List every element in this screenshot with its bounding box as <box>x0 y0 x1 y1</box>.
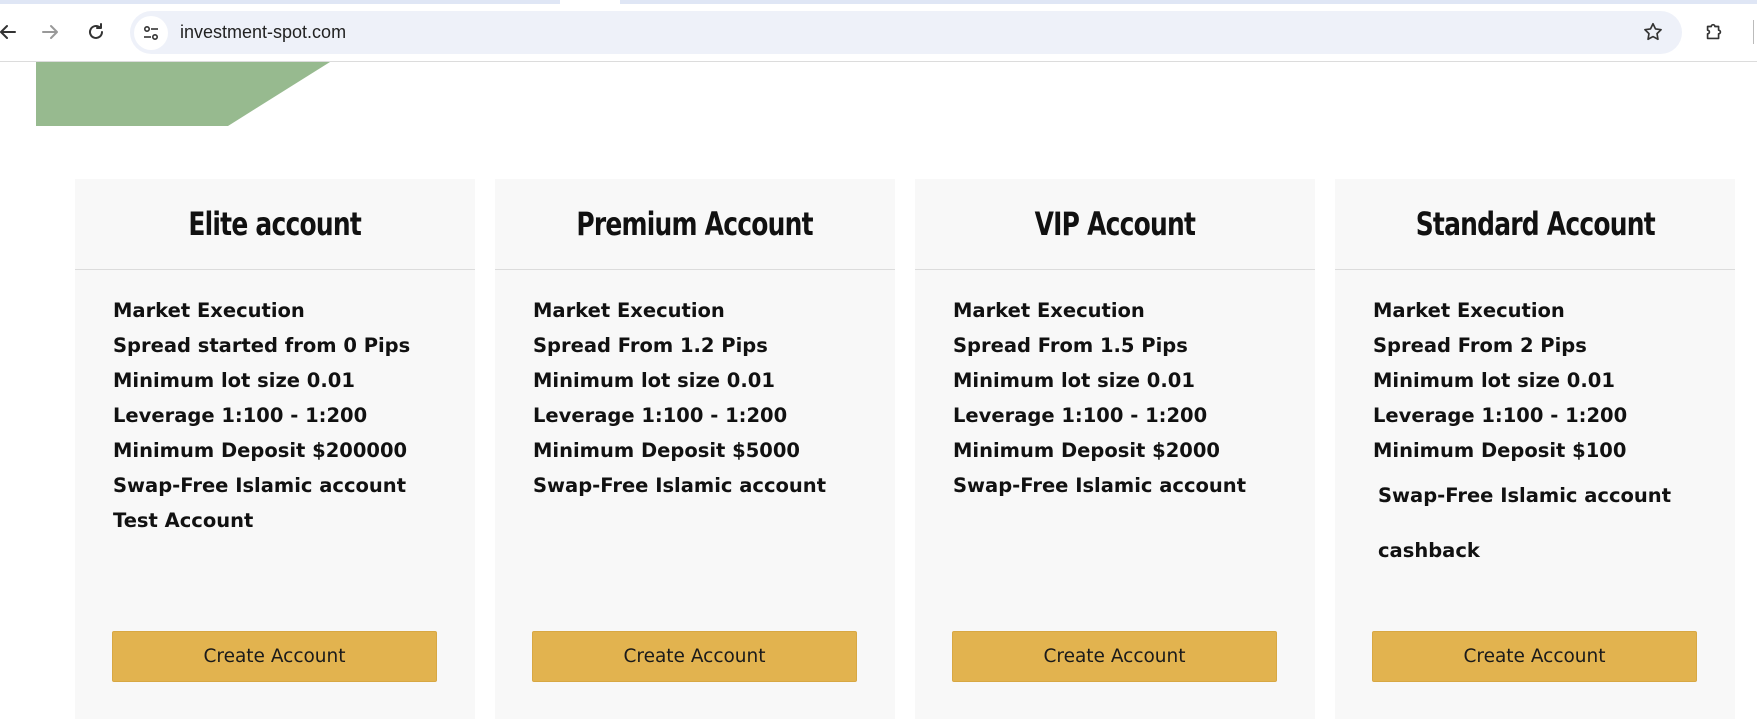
plan-title: VIP Account <box>1034 205 1196 243</box>
plan-card-vip: VIP Account Market Execution Spread From… <box>915 179 1315 719</box>
tune-icon <box>143 25 159 40</box>
arrow-right-icon <box>42 25 58 39</box>
url-text[interactable]: investment-spot.com <box>180 22 346 43</box>
create-account-button-elite[interactable]: Create Account <box>112 631 437 682</box>
plan-feature: Minimum lot size 0.01 <box>113 369 355 392</box>
plan-feature: cashback <box>1378 539 1480 562</box>
plan-feature: Minimum lot size 0.01 <box>1373 369 1615 392</box>
back-button[interactable] <box>0 16 24 48</box>
create-account-button-standard[interactable]: Create Account <box>1372 631 1697 682</box>
plan-feature: Swap-Free Islamic account <box>1378 484 1672 507</box>
plan-feature: Leverage 1:100 - 1:200 <box>533 404 788 427</box>
plan-card-header: Premium Account <box>495 179 895 270</box>
plan-feature: Market Execution <box>1373 299 1565 322</box>
plan-title: Elite account <box>188 205 362 243</box>
plan-feature: Leverage 1:100 - 1:200 <box>953 404 1208 427</box>
plan-card-header: Standard Account <box>1335 179 1735 270</box>
decorative-green-shape <box>36 62 330 126</box>
side-panel-edge <box>1753 20 1754 44</box>
browser-toolbar: investment-spot.com <box>0 0 1757 62</box>
plan-feature: Swap-Free Islamic account <box>533 474 827 497</box>
plan-feature: Spread From 1.5 Pips <box>953 334 1188 357</box>
plan-card-header: Elite account <box>75 179 475 270</box>
plan-feature: Minimum lot size 0.01 <box>953 369 1195 392</box>
plan-title: Standard Account <box>1415 205 1655 243</box>
plan-feature: Market Execution <box>113 299 305 322</box>
plan-card-standard: Standard Account Market Execution Spread… <box>1335 179 1735 719</box>
star-icon <box>1644 22 1662 41</box>
plan-feature: Minimum Deposit $100 <box>1373 439 1627 462</box>
create-account-button-premium[interactable]: Create Account <box>532 631 857 682</box>
plan-feature: Spread From 1.2 Pips <box>533 334 768 357</box>
arrow-left-icon <box>0 25 16 39</box>
reload-button[interactable] <box>80 16 112 48</box>
plan-card-header: VIP Account <box>915 179 1315 270</box>
plan-feature: Market Execution <box>533 299 725 322</box>
account-plans: Elite account Market Execution Spread st… <box>75 179 1735 719</box>
plan-feature: Market Execution <box>953 299 1145 322</box>
reload-icon <box>89 23 103 39</box>
puzzle-icon <box>1706 23 1722 40</box>
plan-feature: Spread From 2 Pips <box>1373 334 1587 357</box>
plan-title: Premium Account <box>576 205 814 243</box>
plan-feature: Minimum Deposit $2000 <box>953 439 1220 462</box>
plan-feature: Minimum lot size 0.01 <box>533 369 775 392</box>
plan-features: Market Execution Spread From 1.5 Pips Mi… <box>915 270 1315 503</box>
site-info-button[interactable] <box>134 15 168 50</box>
plan-feature: Leverage 1:100 - 1:200 <box>113 404 368 427</box>
plan-features: Market Execution Spread From 2 Pips Mini… <box>1335 270 1735 578</box>
plan-feature: Minimum Deposit $5000 <box>533 439 800 462</box>
forward-button[interactable] <box>34 16 66 48</box>
plan-feature: Spread started from 0 Pips <box>113 334 411 357</box>
extensions-button[interactable] <box>1700 18 1728 46</box>
plan-feature: Swap-Free Islamic account <box>953 474 1247 497</box>
tab-strip-edge <box>0 0 1757 4</box>
plan-card-elite: Elite account Market Execution Spread st… <box>75 179 475 719</box>
plan-feature: Leverage 1:100 - 1:200 <box>1373 404 1628 427</box>
plan-features: Market Execution Spread started from 0 P… <box>75 270 475 538</box>
bookmark-button[interactable] <box>1640 19 1666 45</box>
create-account-button-vip[interactable]: Create Account <box>952 631 1277 682</box>
address-bar[interactable]: investment-spot.com <box>130 11 1682 54</box>
plan-feature: Minimum Deposit $200000 <box>113 439 408 462</box>
plan-features: Market Execution Spread From 1.2 Pips Mi… <box>495 270 895 503</box>
plan-feature: Swap-Free Islamic account Test Account <box>113 474 407 532</box>
plan-card-premium: Premium Account Market Execution Spread … <box>495 179 895 719</box>
